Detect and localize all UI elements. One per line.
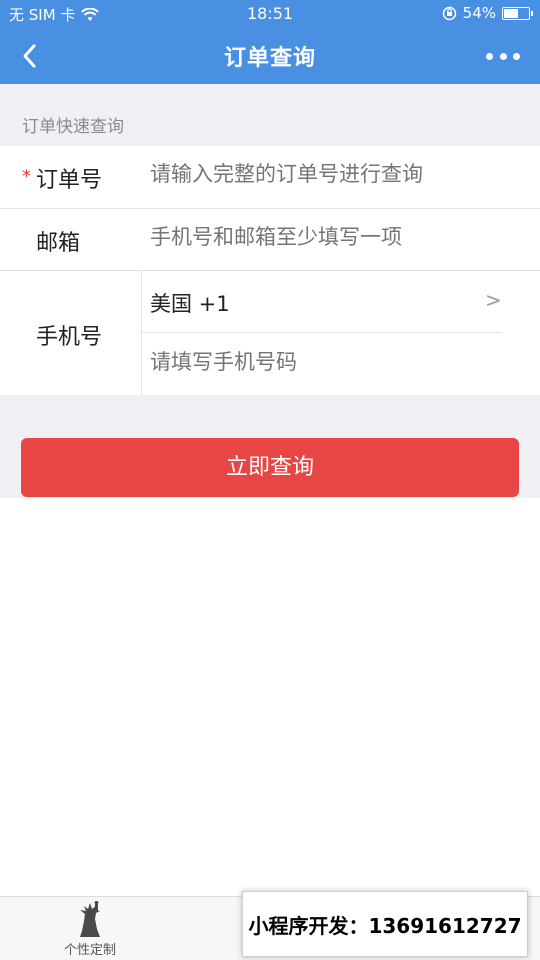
more-dot <box>499 52 507 60</box>
phone-input[interactable] <box>150 350 510 374</box>
query-button[interactable]: 立即查询 <box>21 438 519 497</box>
order-number-row: * 订单号 <box>0 146 540 208</box>
tab-custom[interactable]: 个性定制 <box>50 901 130 958</box>
battery-percent: 54% <box>462 4 496 22</box>
order-number-input[interactable] <box>150 162 520 186</box>
page-title: 订单查询 <box>223 46 316 71</box>
email-row: 邮箱 <box>0 209 540 270</box>
email-input[interactable] <box>150 225 520 249</box>
tab-custom-label: 个性定制 <box>63 943 116 958</box>
status-right: 54% <box>442 4 533 22</box>
chevron-right-icon[interactable]: > <box>485 288 502 312</box>
more-dot <box>486 52 493 60</box>
orientation-lock-icon <box>442 6 456 20</box>
country-code-select[interactable]: 美国 +1 <box>150 288 230 318</box>
divider <box>142 332 502 333</box>
top-bar: 无 SIM 卡 18:51 54% 订单查询 <box>0 0 540 84</box>
phone-row: 手机号 <box>0 271 540 395</box>
more-dot <box>513 52 520 60</box>
statue-of-liberty-icon <box>80 901 100 937</box>
order-number-label: 订单号 <box>36 168 103 193</box>
section-title: 订单快速查询 <box>22 117 124 137</box>
email-label: 邮箱 <box>36 231 81 256</box>
nav-bar: 订单查询 <box>0 28 540 84</box>
battery-icon <box>502 6 533 20</box>
phone-label: 手机号 <box>36 325 103 350</box>
battery-fill <box>504 8 519 18</box>
status-bar: 无 SIM 卡 18:51 54% <box>0 0 540 28</box>
watermark-overlay: 小程序开发：13691612727 <box>242 891 528 957</box>
screen: 无 SIM 卡 18:51 54% 订单查询 订单快速查询 * 订单号 请输入完… <box>0 0 540 960</box>
required-mark: * <box>22 166 31 187</box>
more-icon[interactable] <box>486 42 520 70</box>
